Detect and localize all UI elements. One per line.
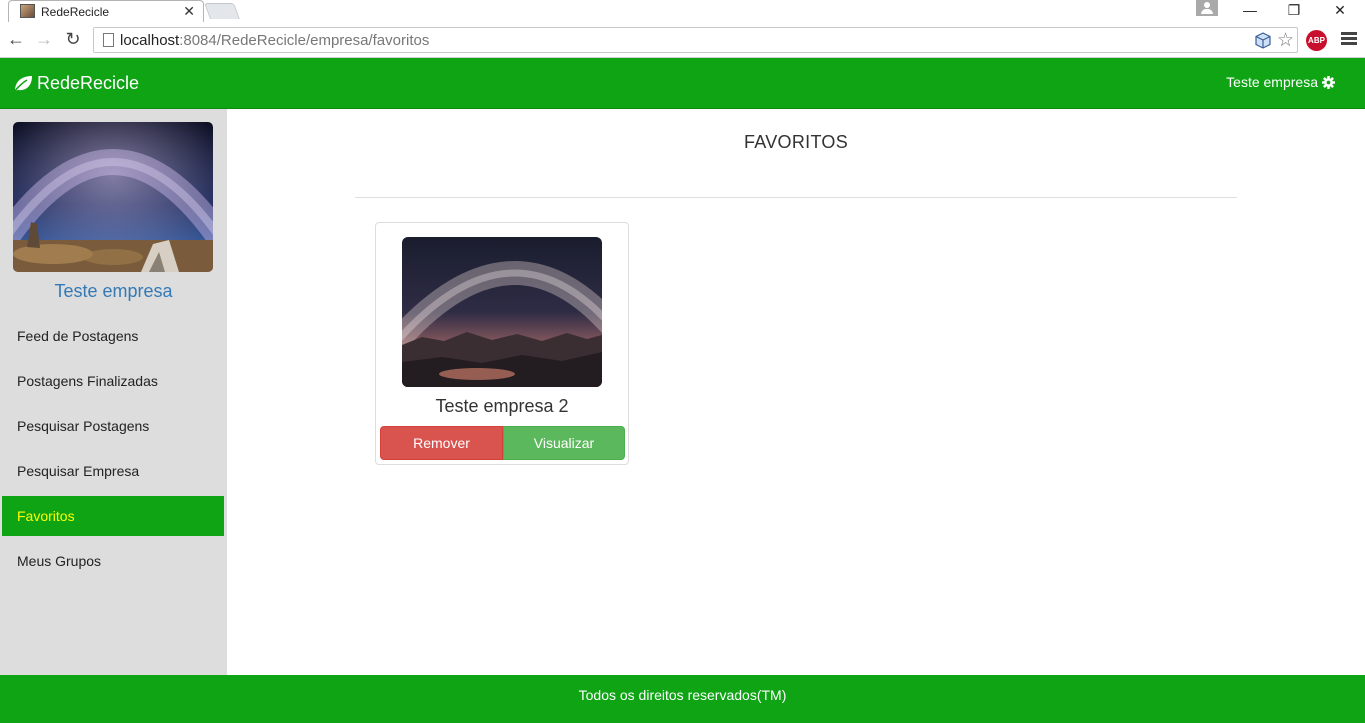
gear-icon <box>1322 75 1335 89</box>
page-title: FAVORITOS <box>743 132 849 152</box>
sidebar-item-favoritos[interactable]: Favoritos <box>2 496 224 536</box>
divider <box>355 197 1237 198</box>
footer: Todos os direitos reservados(TM) <box>0 675 1365 723</box>
reload-button[interactable]: ↻ <box>62 28 84 50</box>
tab-title: RedeRecicle <box>41 5 110 19</box>
browser-tab-strip: RedeRecicle ✕ — ❐ ✕ <box>0 0 1365 22</box>
sidebar: Teste empresa Feed de Postagens Postagen… <box>0 109 227 675</box>
url-text[interactable]: localhost:8084/RedeRecicle/empresa/favor… <box>120 32 429 49</box>
user-name: Teste empresa <box>1226 74 1318 90</box>
favorite-card: Teste empresa 2 Remover Visualizar <box>375 222 629 465</box>
sidebar-item-pesquisar-empresa[interactable]: Pesquisar Empresa <box>2 451 224 491</box>
browser-tab[interactable]: RedeRecicle ✕ <box>8 0 204 22</box>
app-navbar: RedeRecicle Teste empresa <box>0 58 1365 109</box>
page-icon <box>103 33 114 47</box>
company-photo <box>402 237 602 387</box>
brand-link[interactable]: RedeRecicle <box>13 73 139 94</box>
adblock-icon[interactable]: ABP <box>1306 30 1327 51</box>
forward-button[interactable]: → <box>33 28 55 50</box>
view-button[interactable]: Visualizar <box>503 426 625 460</box>
restore-button[interactable]: ❐ <box>1274 0 1314 20</box>
browser-toolbar: ← → ↻ localhost:8084/RedeRecicle/empresa… <box>0 22 1365 58</box>
new-tab-button[interactable] <box>204 3 240 19</box>
close-window-button[interactable]: ✕ <box>1320 0 1360 20</box>
sidebar-item-feed[interactable]: Feed de Postagens <box>2 316 224 356</box>
sidebar-menu: Feed de Postagens Postagens Finalizadas … <box>2 316 224 586</box>
minimize-button[interactable]: — <box>1230 0 1270 20</box>
leaf-icon <box>13 75 32 92</box>
profile-photo <box>13 122 213 272</box>
user-menu[interactable]: Teste empresa <box>1226 74 1335 90</box>
sidebar-item-finalizadas[interactable]: Postagens Finalizadas <box>2 361 224 401</box>
profile-icon[interactable] <box>1196 0 1218 16</box>
profile-name-link[interactable]: Teste empresa <box>0 281 227 302</box>
main-content: FAVORITOS Teste empresa 2 Remover Visual… <box>227 109 1365 675</box>
tab-close-icon[interactable]: ✕ <box>183 3 195 19</box>
back-button[interactable]: ← <box>5 28 27 50</box>
address-bar[interactable]: localhost:8084/RedeRecicle/empresa/favor… <box>93 27 1298 53</box>
remove-button[interactable]: Remover <box>380 426 503 460</box>
extension-cube-icon[interactable] <box>1255 32 1271 49</box>
bookmark-star-icon[interactable]: ☆ <box>1277 29 1294 52</box>
favicon-icon <box>20 4 35 18</box>
sidebar-item-pesquisar-postagens[interactable]: Pesquisar Postagens <box>2 406 224 446</box>
browser-menu-icon[interactable] <box>1341 30 1357 48</box>
sidebar-item-meus-grupos[interactable]: Meus Grupos <box>2 541 224 581</box>
company-name: Teste empresa 2 <box>435 396 569 416</box>
brand-name: RedeRecicle <box>37 73 140 93</box>
